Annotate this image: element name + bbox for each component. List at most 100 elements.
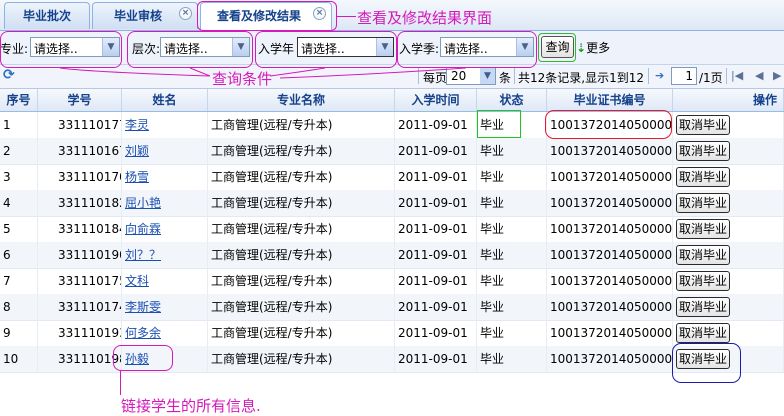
cell-enroll-date-text: 2011-09-01: [398, 144, 468, 158]
cell-status-text: 毕业: [480, 144, 505, 158]
cell-status: 毕业: [477, 242, 547, 268]
cancel-graduation-button[interactable]: 取消毕业: [676, 323, 730, 343]
close-icon[interactable]: ×: [179, 7, 192, 20]
cell-status: 毕业: [477, 320, 547, 346]
table-row: 9 331110193 何多余 工商管理(远程/专升本) 2011-09-01 毕业 100…: [0, 320, 784, 347]
cell-major: 工商管理(远程/专升本): [208, 112, 395, 138]
cell-name: 刘颖: [122, 138, 208, 164]
cell-no-text: 5: [3, 222, 11, 236]
cell-enroll-date: 2011-09-01: [395, 320, 477, 346]
annotation-query-conditions: 查询条件: [212, 70, 273, 88]
cell-major-text: 工商管理(远程/专升本): [211, 170, 333, 184]
cell-no-text: 4: [3, 196, 11, 210]
cell-major: 工商管理(远程/专升本): [208, 242, 395, 268]
table-row: 7 331110175 文科 工商管理(远程/专升本) 2011-09-01 毕业 1001…: [0, 268, 784, 295]
cell-cert-no-text: 10013720140500001: [550, 352, 673, 366]
first-page-icon[interactable]: |◀: [731, 69, 743, 82]
cell-major: 工商管理(远程/专升本): [208, 268, 395, 294]
cell-status-text: 毕业: [480, 248, 505, 262]
cell-enroll-date-text: 2011-09-01: [398, 248, 468, 262]
cell-student-id-text: 331110190: [58, 248, 122, 262]
cell-enroll-date-text: 2011-09-01: [398, 222, 468, 236]
cancel-graduation-button[interactable]: 取消毕业: [676, 245, 730, 265]
cell-cert-no: 10013720140500001: [547, 164, 673, 190]
student-name-link[interactable]: 李斯雯: [125, 300, 161, 314]
tab-label: 毕业批次: [22, 9, 71, 23]
cell-name: 向俞霖: [122, 216, 208, 242]
cell-enroll-date-text: 2011-09-01: [398, 352, 468, 366]
column-header-status[interactable]: 状态: [477, 89, 547, 111]
cell-student-id: 331110167: [38, 138, 122, 164]
cell-status-text: 毕业: [480, 326, 505, 340]
cell-student-id-text: 331110182: [58, 196, 122, 210]
cell-student-id: 331110175: [38, 268, 122, 294]
cancel-graduation-button[interactable]: 取消毕业: [676, 271, 730, 291]
cell-action: 取消毕业: [673, 216, 784, 242]
cancel-graduation-button[interactable]: 取消毕业: [676, 297, 730, 317]
next-page-icon[interactable]: ▶: [773, 69, 781, 82]
cell-student-id-text: 331110175: [58, 274, 122, 288]
cell-status: 毕业: [477, 346, 547, 372]
cell-no-text: 7: [3, 274, 11, 288]
cell-cert-no: 10013720140500001: [547, 320, 673, 346]
student-name-link[interactable]: 向俞霖: [125, 222, 161, 236]
cell-action: 取消毕业: [673, 190, 784, 216]
cell-no: 9: [0, 320, 38, 346]
cell-status-text: 毕业: [480, 222, 505, 236]
student-name-link[interactable]: 刘颖: [125, 144, 149, 158]
cell-status-text: 毕业: [480, 274, 505, 288]
column-header-action[interactable]: 操作: [673, 89, 784, 111]
student-name-link[interactable]: 杨雪: [125, 170, 149, 184]
column-header-name[interactable]: 姓名: [122, 89, 208, 111]
tab-label: 毕业审核: [113, 9, 162, 23]
column-header-enroll-date[interactable]: 入学时间: [395, 89, 477, 111]
cell-status-text: 毕业: [480, 352, 505, 366]
cell-enroll-date-text: 2011-09-01: [398, 326, 468, 340]
cell-student-id: 331110190: [38, 242, 122, 268]
student-name-link[interactable]: 文科: [125, 274, 149, 288]
previous-page-icon[interactable]: ◀: [755, 69, 763, 82]
cell-action: 取消毕业: [673, 112, 784, 138]
more-toggle[interactable]: ⇣更多: [576, 39, 610, 56]
column-header-major[interactable]: 专业名称: [208, 89, 395, 111]
cell-student-id-text: 331110193: [58, 326, 122, 340]
student-name-link[interactable]: 屈小艳: [125, 196, 161, 210]
student-name-link[interactable]: 刘？？: [125, 248, 161, 262]
page-number-input[interactable]: 1: [671, 67, 697, 85]
cell-cert-no: 10013720140500001: [547, 138, 673, 164]
cancel-graduation-button[interactable]: 取消毕业: [676, 115, 730, 135]
cell-student-id: 331110193: [38, 320, 122, 346]
column-header-no[interactable]: 序号: [0, 89, 38, 111]
cell-no-text: 1: [3, 118, 11, 132]
cancel-graduation-button[interactable]: 取消毕业: [676, 219, 730, 239]
tab-graduation-review[interactable]: 毕业审核 ×: [92, 2, 198, 29]
table-row: 2 331110167 刘颖 工商管理(远程/专升本) 2011-09-01 毕业 1001…: [0, 138, 784, 165]
cell-name: 屈小艳: [122, 190, 208, 216]
cell-cert-no-text: 10013720140500001: [550, 300, 673, 314]
cell-name: 刘？？: [122, 242, 208, 268]
annotation-connector: [59, 67, 467, 79]
column-header-student-id[interactable]: 学号: [38, 89, 122, 111]
cell-enroll-date-text: 2011-09-01: [398, 300, 468, 314]
cell-no: 8: [0, 294, 38, 320]
cell-no: 5: [0, 216, 38, 242]
column-header-cert-no[interactable]: 毕业证书编号: [547, 89, 673, 111]
cell-status-text: 毕业: [480, 170, 505, 184]
cell-enroll-date: 2011-09-01: [395, 138, 477, 164]
cell-student-id-text: 331110174: [58, 300, 122, 314]
cell-cert-no-text: 10013720140500001: [550, 144, 673, 158]
cancel-graduation-button[interactable]: 取消毕业: [676, 141, 730, 161]
cell-major: 工商管理(远程/专升本): [208, 216, 395, 242]
cell-no-text: 3: [3, 170, 11, 184]
cell-status: 毕业: [477, 268, 547, 294]
cancel-graduation-button[interactable]: 取消毕业: [676, 167, 730, 187]
student-name-link[interactable]: 何多余: [125, 326, 161, 340]
separator: [726, 68, 727, 84]
annotation-box-status: [477, 110, 521, 138]
tab-graduation-batch[interactable]: 毕业批次: [4, 2, 90, 29]
cell-enroll-date: 2011-09-01: [395, 216, 477, 242]
go-page-icon[interactable]: ➔: [655, 69, 664, 82]
cancel-graduation-button[interactable]: 取消毕业: [676, 193, 730, 213]
student-name-link[interactable]: 李灵: [125, 118, 149, 132]
table-row: 5 331110184 向俞霖 工商管理(远程/专升本) 2011-09-01 毕业 100…: [0, 216, 784, 243]
